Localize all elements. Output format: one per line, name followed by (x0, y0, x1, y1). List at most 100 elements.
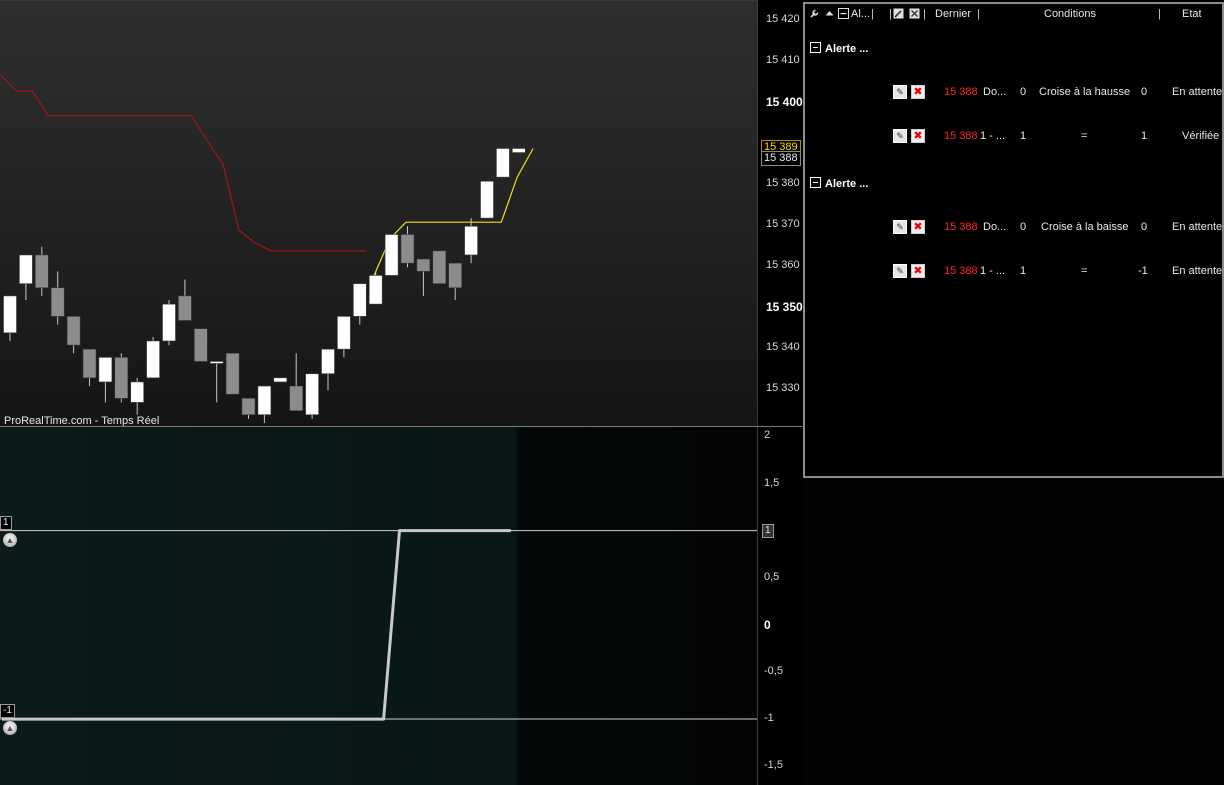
price-chart-pane[interactable]: ProRealTime.com - Temps Réel (0, 0, 757, 427)
alert-right-value: 0 (1141, 86, 1148, 98)
candle-body (384, 234, 399, 276)
price-tick-label: 15 410 (766, 54, 800, 67)
alert-group-title: Alerte ... (825, 178, 869, 190)
candle-body (34, 254, 49, 289)
column-separator[interactable]: | (871, 8, 874, 20)
delete-column-icon[interactable] (909, 8, 920, 19)
alert-left-value: 1 (1020, 265, 1027, 277)
candle-body (114, 357, 129, 399)
delete-alert-icon[interactable]: ✖ (911, 220, 925, 234)
price-tick-label: 15 340 (766, 341, 800, 354)
candle-body (19, 254, 33, 284)
alert-condition: Croise à la hausse (1039, 86, 1131, 98)
alert-condition: = (1081, 265, 1088, 277)
alert-indicator: 1 - ... (980, 265, 1006, 277)
sort-asc-icon[interactable] (824, 8, 835, 19)
alert-row[interactable]: ✎ ✖ 15 388 Do... 0 Croise à la hausse 0 … (805, 85, 1222, 101)
candle-body (511, 148, 526, 153)
alert-indicator: Do... (983, 221, 1007, 233)
candle-body (82, 348, 97, 379)
alert-state: En attente (1172, 86, 1223, 98)
delete-alert-icon[interactable]: ✖ (911, 85, 925, 99)
edit-alert-icon[interactable]: ✎ (893, 264, 907, 278)
candle-body (464, 225, 478, 256)
candle-body (241, 398, 256, 416)
bell-icon[interactable]: ▲ (3, 532, 17, 547)
header-state-column[interactable]: Etat (1182, 8, 1202, 20)
level-label-upper: 1 (0, 515, 12, 530)
alert-left-value: 1 (1020, 130, 1027, 142)
alert-left-value: 0 (1020, 221, 1027, 233)
candle-body (496, 148, 510, 178)
alert-last-price: 15 388 (944, 86, 978, 98)
candle-body (289, 385, 304, 411)
candle-body (209, 361, 224, 364)
column-separator[interactable]: | (889, 8, 892, 20)
price-tick-label: 15 400 (766, 95, 803, 110)
alert-right-value: -1 (1138, 265, 1148, 277)
candle-body (400, 234, 415, 264)
edit-alert-icon[interactable]: ✎ (893, 220, 907, 234)
candle-body (225, 352, 240, 395)
candle-body (194, 328, 208, 362)
indicator-value-tag: 1 (762, 523, 774, 538)
price-axis[interactable]: 15 420 15 410 15 400 15 380 15 370 15 360 15 3… (757, 0, 803, 426)
alert-condition: = (1081, 130, 1088, 142)
alerts-panel: Al... | | | Dernier | Conditions | Etat … (803, 2, 1224, 478)
candle-body (305, 373, 319, 416)
indicator-tick-label: 1,5 (764, 476, 780, 489)
alert-right-value: 0 (1141, 221, 1148, 233)
alert-indicator: Do... (983, 86, 1007, 98)
candle-body (321, 348, 335, 375)
alert-group-title: Alerte ... (825, 43, 869, 55)
wrench-icon[interactable] (809, 8, 820, 19)
minus-box-icon[interactable] (838, 8, 849, 19)
column-separator[interactable]: | (977, 8, 980, 20)
level-label-lower: -1 (0, 704, 15, 719)
price-chart-svg (0, 74, 534, 423)
delete-alert-icon[interactable]: ✖ (911, 129, 925, 143)
price-tick-label: 15 330 (766, 382, 800, 395)
edit-alert-icon[interactable]: ✎ (893, 85, 907, 99)
indicator-axis[interactable]: 2 1,5 0,5 0 -0,5 -1 -1,5 1 (757, 427, 803, 785)
candle-body (337, 316, 351, 350)
alert-last-price: 15 388 (944, 265, 978, 277)
alert-condition: Croise à la baisse (1041, 221, 1129, 233)
column-separator[interactable]: | (923, 8, 926, 20)
edit-column-icon[interactable] (893, 8, 904, 19)
alert-row[interactable]: ✎ ✖ 15 388 1 - ... 1 = -1 En attente (805, 264, 1222, 280)
price-tick-label: 15 380 (766, 177, 800, 190)
indicator-tick-label: 2 (764, 429, 771, 442)
resistance-line (0, 74, 367, 252)
candle-body (178, 295, 192, 321)
alert-group-header[interactable]: Alerte ... (810, 176, 868, 190)
indicator-pane[interactable]: 1 ▲ -1 ▲ (0, 427, 757, 785)
delete-alert-icon[interactable]: ✖ (911, 264, 925, 278)
candle-body (66, 316, 81, 346)
indicator-tick-label: 0,5 (764, 570, 780, 583)
candle-body (146, 340, 160, 379)
header-alert-column[interactable]: Al... (851, 8, 870, 20)
alert-last-price: 15 388 (944, 221, 978, 233)
header-last-column[interactable]: Dernier (935, 8, 971, 20)
minus-box-icon[interactable] (810, 177, 821, 188)
candle-body (130, 381, 144, 403)
alert-row[interactable]: ✎ ✖ 15 388 Do... 0 Croise à la baisse 0 … (805, 220, 1222, 236)
edit-alert-icon[interactable]: ✎ (893, 129, 907, 143)
alert-last-price: 15 388 (944, 130, 978, 142)
candle-body (416, 258, 431, 272)
alert-state: En attente (1172, 265, 1223, 277)
header-conditions-column[interactable]: Conditions (1044, 8, 1096, 20)
bid-price-tag: 15 388 (761, 150, 801, 166)
column-separator[interactable]: | (1158, 8, 1161, 20)
alert-row[interactable]: ✎ ✖ 15 388 1 - ... 1 = 1 Vérifiée (805, 129, 1222, 145)
alert-group-header[interactable]: Alerte ... (810, 41, 868, 55)
indicator-chart-svg (0, 529, 757, 721)
minus-box-icon[interactable] (810, 42, 821, 53)
candle-body (480, 180, 494, 219)
candle-body (352, 283, 367, 317)
empty-workspace (803, 478, 1224, 785)
bell-icon[interactable]: ▲ (3, 721, 17, 736)
candle-body (162, 303, 176, 342)
indicator-series-line (2, 529, 511, 721)
